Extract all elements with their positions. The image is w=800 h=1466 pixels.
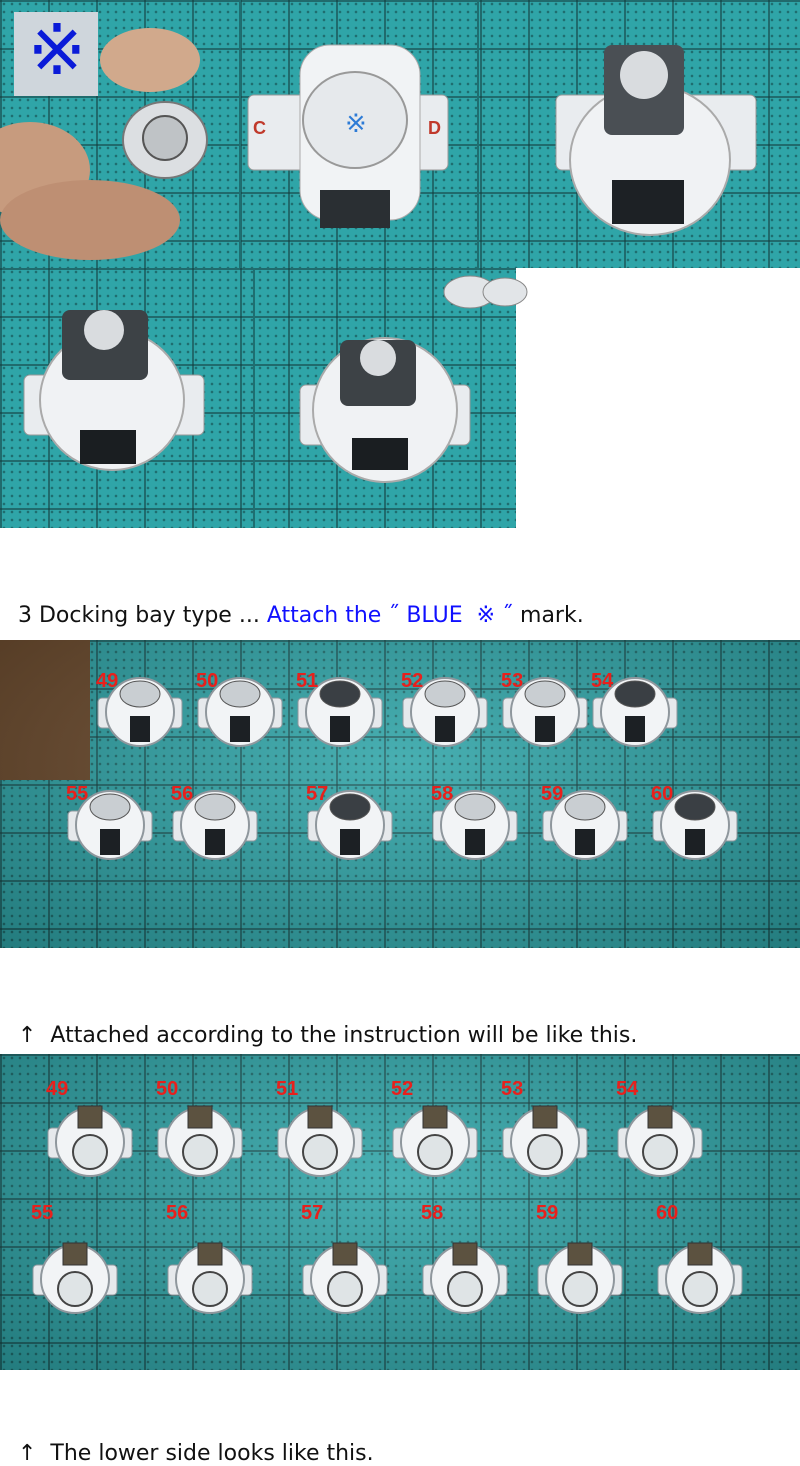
module-number-label: 51 <box>296 670 319 692</box>
module-54 <box>617 1105 703 1177</box>
module-53 <box>502 1105 588 1177</box>
module-56 <box>167 1242 253 1314</box>
module-number-label: 54 <box>591 670 614 692</box>
module-number-label: 52 <box>391 1078 414 1100</box>
module-number-label: 49 <box>46 1078 69 1100</box>
attached-modules-top <box>67 677 738 860</box>
lower-side-modules <box>32 1105 743 1314</box>
module-number-label: 52 <box>401 670 424 692</box>
module-number-label: 59 <box>536 1202 559 1224</box>
caption-text: Attached according to the instruction wi… <box>36 1023 638 1048</box>
module-51 <box>277 1105 363 1177</box>
module-number-label: 58 <box>421 1202 444 1224</box>
module-number-label: 53 <box>501 670 524 692</box>
module-57 <box>302 1242 388 1314</box>
module-number-label: 53 <box>501 1078 524 1100</box>
caption-text: 3 Docking bay type ... <box>18 603 267 628</box>
arrow-up-icon: ↑ <box>18 1441 37 1466</box>
module-number-label: 55 <box>66 783 89 805</box>
module-number-label: 58 <box>431 783 454 805</box>
side-label-c: C <box>253 118 266 138</box>
module-number-label: 60 <box>651 783 674 805</box>
caption-lower-side: ↑ The lower side looks like this. <box>4 1416 374 1466</box>
module-55 <box>32 1242 118 1314</box>
assembly-photos: ※ <box>0 0 757 528</box>
assembled-module-angle <box>299 337 471 483</box>
caption-text: mark. <box>513 603 584 628</box>
module-number-label: 49 <box>96 670 119 692</box>
side-label-d: D <box>428 118 441 138</box>
module-number-label: 50 <box>156 1078 179 1100</box>
assembled-module-front <box>23 310 205 471</box>
module-number-label: 56 <box>166 1202 189 1224</box>
module-with-mark: ※ <box>247 44 449 228</box>
module-number-label: 55 <box>31 1202 54 1224</box>
caption-blue-text: Attach the ˝ BLUE ※ ˝ <box>266 603 514 628</box>
caption-docking-bay: 3 Docking bay type ... Attach the ˝ BLUE… <box>4 578 584 628</box>
assembled-module <box>555 45 757 236</box>
module-number-label: 51 <box>276 1078 299 1100</box>
caption-text: The lower side looks like this. <box>36 1441 374 1466</box>
module-60 <box>657 1242 743 1314</box>
module-number-label: 56 <box>171 783 194 805</box>
arrow-up-icon: ↑ <box>18 1023 37 1048</box>
module-number-label: 54 <box>616 1078 639 1100</box>
module-number-label: 57 <box>301 1202 324 1224</box>
parts-edge <box>443 275 528 309</box>
module-number-label: 57 <box>306 783 329 805</box>
module-number-label: 50 <box>196 670 219 692</box>
caption-attached: ↑ Attached according to the instruction … <box>4 998 637 1048</box>
module-52 <box>392 1105 478 1177</box>
module-59 <box>537 1242 623 1314</box>
module-number-label: 59 <box>541 783 564 805</box>
module-50 <box>157 1105 243 1177</box>
blue-x-mark-icon: ※ <box>27 9 87 91</box>
svg-text:※: ※ <box>345 108 367 138</box>
module-number-label: 60 <box>656 1202 679 1224</box>
module-49 <box>47 1105 133 1177</box>
module-58 <box>422 1242 508 1314</box>
